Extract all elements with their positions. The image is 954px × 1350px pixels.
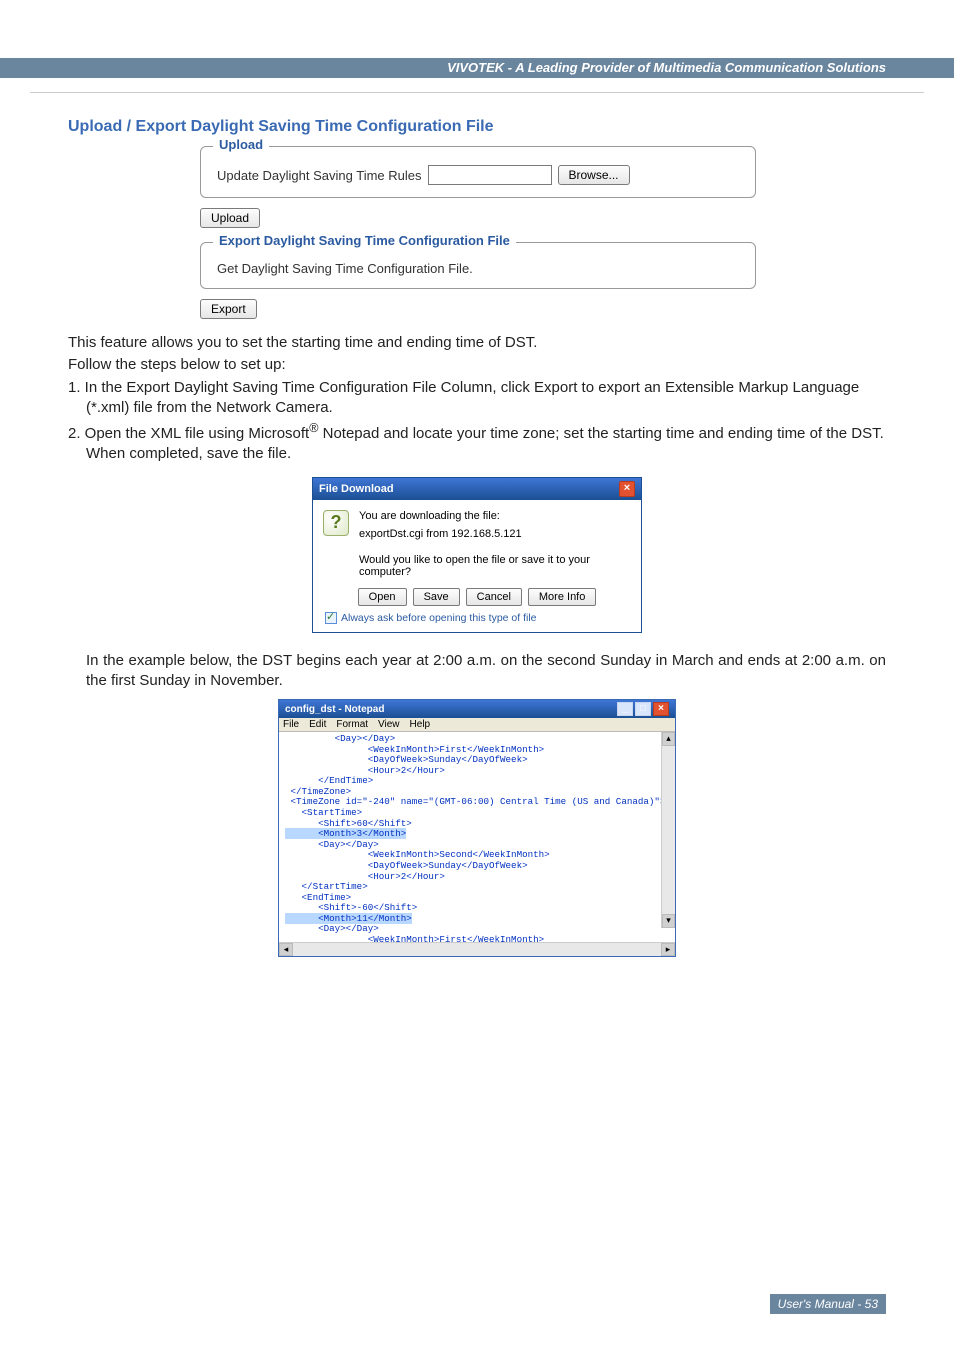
always-ask-checkbox[interactable] [325, 612, 337, 624]
dialog-question: Would you like to open the file or save … [359, 554, 631, 578]
upload-label: Update Daylight Saving Time Rules [217, 168, 422, 183]
header-brand: VIVOTEK - A Leading Provider of Multimed… [0, 58, 954, 78]
step-2: 2. Open the XML file using Microsoft® No… [86, 420, 886, 465]
menu-view[interactable]: View [378, 719, 400, 730]
cancel-button[interactable]: Cancel [466, 588, 522, 606]
notepad-title: config_dst - Notepad [285, 704, 384, 715]
open-button[interactable]: Open [358, 588, 407, 606]
close-icon[interactable]: × [653, 702, 669, 716]
always-ask-label: Always ask before opening this type of f… [341, 612, 537, 624]
export-button[interactable]: Export [200, 299, 257, 319]
upload-file-input[interactable] [428, 165, 552, 185]
scroll-down-icon[interactable]: ▾ [662, 914, 675, 928]
step-1: 1. In the Export Daylight Saving Time Co… [86, 378, 886, 419]
file-download-dialog: File Download × ? You are downloading th… [312, 477, 642, 633]
dialog-line2: exportDst.cgi from 192.168.5.121 [359, 528, 522, 540]
menu-edit[interactable]: Edit [309, 719, 326, 730]
menu-format[interactable]: Format [336, 719, 368, 730]
scroll-up-icon[interactable]: ▴ [662, 732, 675, 746]
export-label: Get Daylight Saving Time Configuration F… [217, 261, 743, 276]
horizontal-scrollbar[interactable]: ◂ ▸ [279, 942, 675, 956]
upload-legend: Upload [213, 137, 269, 152]
section-heading: Upload / Export Daylight Saving Time Con… [68, 118, 886, 136]
upload-button[interactable]: Upload [200, 208, 260, 228]
dialog-title: File Download [319, 483, 394, 495]
more-info-button[interactable]: More Info [528, 588, 596, 606]
dialog-line1: You are downloading the file: [359, 510, 522, 522]
question-icon: ? [323, 510, 349, 536]
notepad-content[interactable]: <Day></Day> <WeekInMonth>First</WeekInMo… [279, 732, 675, 942]
paragraph-follow: Follow the steps below to set up: [68, 355, 886, 375]
notepad-window: config_dst - Notepad _ □ × File Edit For… [278, 699, 676, 957]
scroll-left-icon[interactable]: ◂ [279, 943, 293, 956]
menu-help[interactable]: Help [410, 719, 431, 730]
divider [30, 92, 924, 93]
upload-fieldset: Upload Update Daylight Saving Time Rules… [200, 146, 756, 198]
maximize-icon[interactable]: □ [635, 702, 651, 716]
page-footer: User's Manual - 53 [770, 1294, 886, 1314]
browse-button[interactable]: Browse... [558, 165, 630, 185]
save-button[interactable]: Save [413, 588, 460, 606]
paragraph-example: In the example below, the DST begins eac… [86, 651, 886, 692]
export-legend: Export Daylight Saving Time Configuratio… [213, 233, 516, 248]
menu-file[interactable]: File [283, 719, 299, 730]
scroll-right-icon[interactable]: ▸ [661, 943, 675, 956]
minimize-icon[interactable]: _ [617, 702, 633, 716]
export-fieldset: Export Daylight Saving Time Configuratio… [200, 242, 756, 289]
paragraph-intro: This feature allows you to set the start… [68, 333, 886, 353]
vertical-scrollbar[interactable]: ▴ ▾ [661, 732, 675, 928]
close-icon[interactable]: × [619, 481, 635, 497]
notepad-menu[interactable]: File Edit Format View Help [279, 718, 675, 732]
